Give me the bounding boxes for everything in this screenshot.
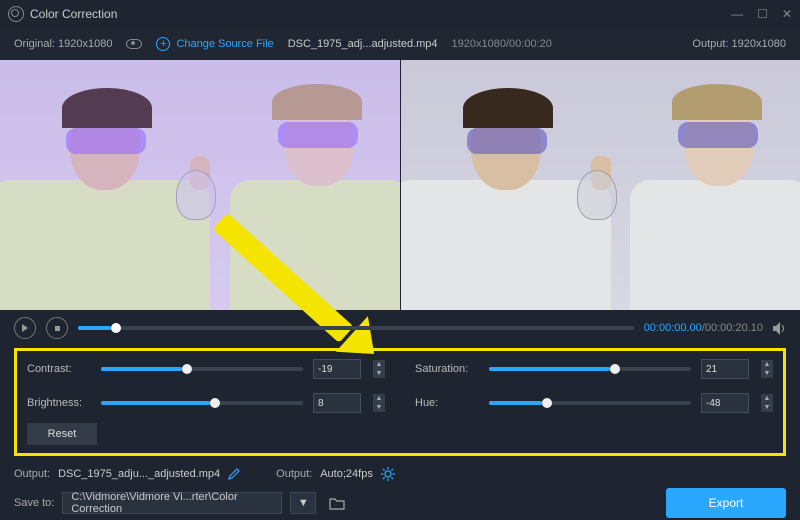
- saturation-row: Saturation: 21 ▲▼: [415, 359, 773, 379]
- hue-stepper[interactable]: ▲▼: [761, 394, 773, 412]
- play-button[interactable]: [14, 317, 36, 339]
- seek-slider[interactable]: [78, 326, 634, 330]
- open-folder-icon[interactable]: [324, 492, 350, 514]
- brightness-label: Brightness:: [27, 397, 91, 409]
- contrast-label: Contrast:: [27, 363, 91, 375]
- change-source-label: Change Source File: [176, 38, 273, 50]
- brightness-slider[interactable]: [101, 401, 303, 405]
- preview-original: [0, 60, 400, 310]
- output-resolution-label: Output: 1920x1080: [692, 38, 786, 50]
- time-total: 00:00:20.10: [705, 322, 763, 334]
- volume-icon[interactable]: [773, 322, 786, 335]
- output-format: Auto;24fps: [320, 468, 373, 480]
- contrast-slider[interactable]: [101, 367, 303, 371]
- saturation-stepper[interactable]: ▲▼: [761, 360, 773, 378]
- plus-icon: +: [156, 37, 170, 51]
- change-source-button[interactable]: + Change Source File: [156, 37, 273, 51]
- hue-row: Hue: -48 ▲▼: [415, 393, 773, 413]
- adjustment-panel: Contrast: -19 ▲▼ Saturation: 21 ▲▼ Brigh…: [14, 348, 786, 456]
- hue-value[interactable]: -48: [701, 393, 749, 413]
- source-filename: DSC_1975_adj...adjusted.mp4: [288, 38, 438, 50]
- source-meta: 1920x1080/00:00:20: [452, 38, 552, 50]
- stop-button[interactable]: [46, 317, 68, 339]
- maximize-button[interactable]: ☐: [757, 7, 768, 21]
- preview-area: [0, 60, 800, 310]
- saturation-value[interactable]: 21: [701, 359, 749, 379]
- output-file-label: Output:: [14, 468, 50, 480]
- close-button[interactable]: ✕: [782, 7, 792, 21]
- save-row: Save to: C:\Vidmore\Vidmore Vi...rter\Co…: [0, 486, 800, 520]
- hue-slider[interactable]: [489, 401, 691, 405]
- output-info-row: Output: DSC_1975_adju..._adjusted.mp4 Ou…: [0, 462, 800, 486]
- hue-label: Hue:: [415, 397, 479, 409]
- timeline: 00:00:00.00/00:00:20.10: [0, 310, 800, 346]
- preview-toggle-icon[interactable]: [126, 39, 142, 49]
- preview-adjusted: [400, 60, 800, 310]
- saturation-label: Saturation:: [415, 363, 479, 375]
- info-toolbar: Original: 1920x1080 + Change Source File…: [0, 28, 800, 60]
- saturation-slider[interactable]: [489, 367, 691, 371]
- contrast-value[interactable]: -19: [313, 359, 361, 379]
- edit-filename-icon[interactable]: [228, 468, 240, 480]
- window-title: Color Correction: [30, 7, 117, 21]
- save-path-field[interactable]: C:\Vidmore\Vidmore Vi...rter\Color Corre…: [62, 492, 282, 514]
- output-format-label: Output:: [276, 468, 312, 480]
- output-settings-icon[interactable]: [381, 467, 395, 481]
- save-path-dropdown[interactable]: ▼: [290, 492, 316, 514]
- output-filename: DSC_1975_adju..._adjusted.mp4: [58, 468, 220, 480]
- reset-button[interactable]: Reset: [27, 423, 97, 445]
- timecode: 00:00:00.00/00:00:20.10: [644, 322, 763, 334]
- app-logo-icon: [8, 6, 24, 22]
- minimize-button[interactable]: —: [731, 7, 743, 21]
- save-to-label: Save to:: [14, 497, 54, 509]
- original-resolution-label: Original: 1920x1080: [14, 38, 112, 50]
- contrast-row: Contrast: -19 ▲▼: [27, 359, 385, 379]
- brightness-value[interactable]: 8: [313, 393, 361, 413]
- brightness-row: Brightness: 8 ▲▼: [27, 393, 385, 413]
- export-button[interactable]: Export: [666, 488, 786, 518]
- time-current: 00:00:00.00: [644, 322, 702, 334]
- brightness-stepper[interactable]: ▲▼: [373, 394, 385, 412]
- contrast-stepper[interactable]: ▲▼: [373, 360, 385, 378]
- titlebar: Color Correction — ☐ ✕: [0, 0, 800, 28]
